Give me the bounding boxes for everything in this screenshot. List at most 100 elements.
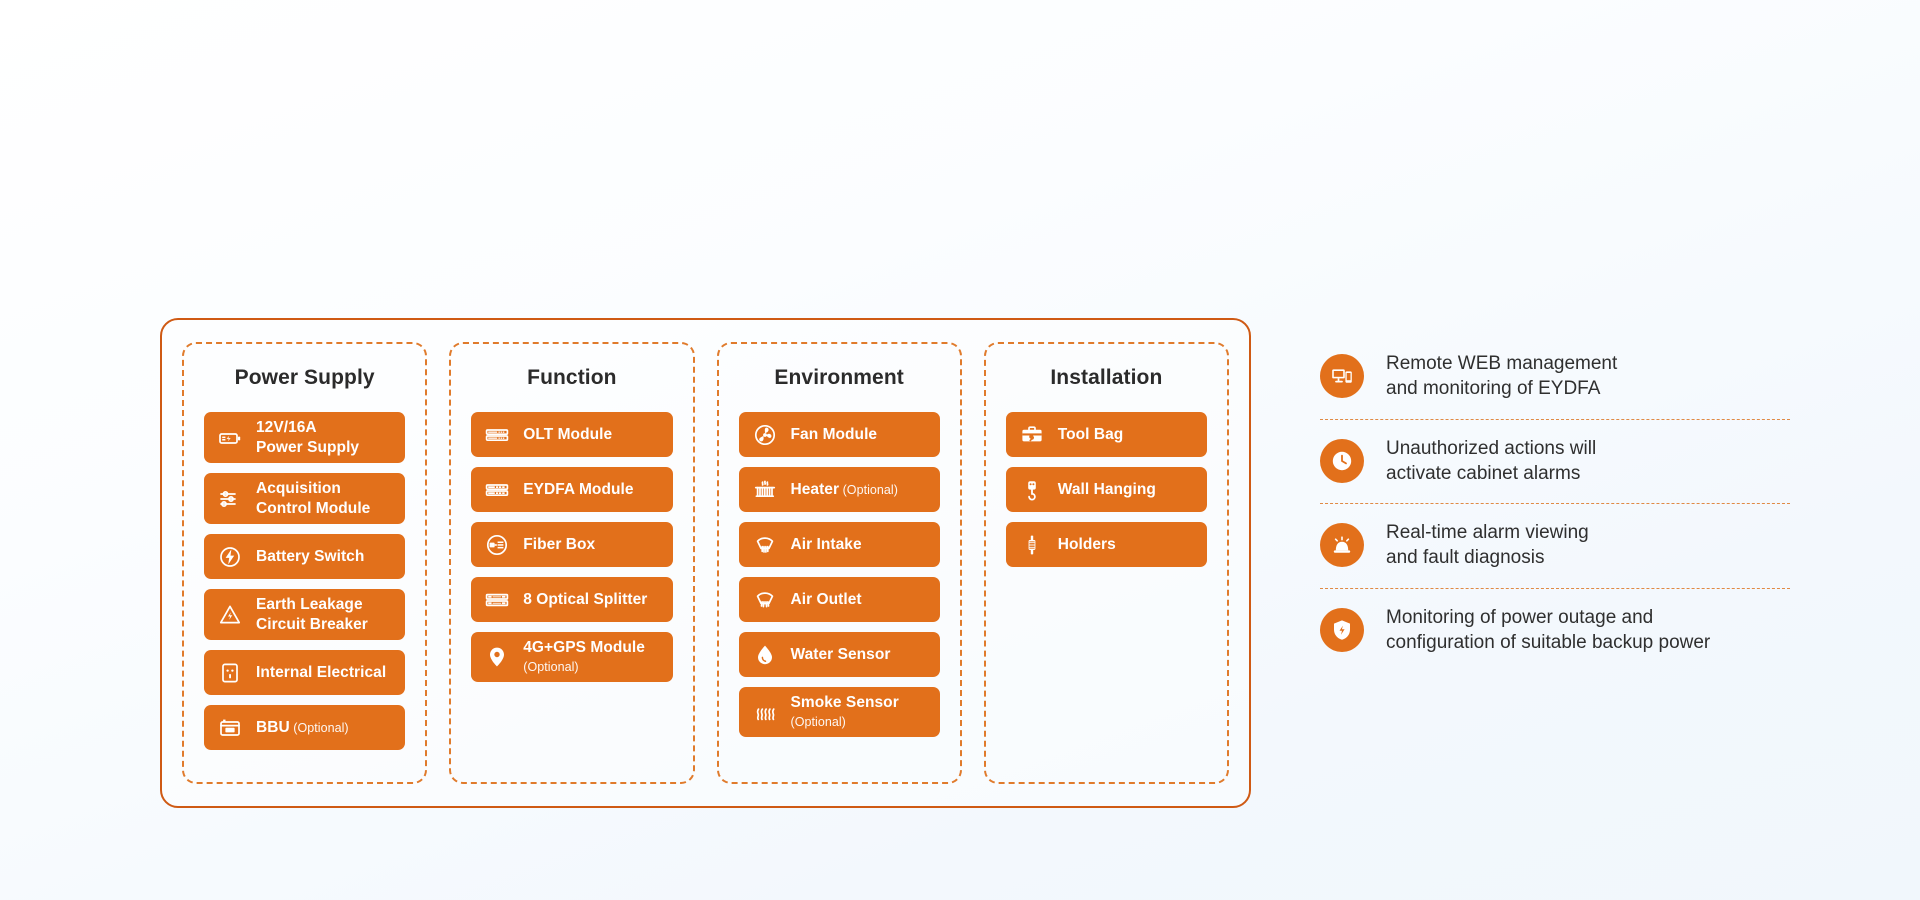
component-label-line1: Acquisition [256, 480, 341, 498]
component-label-line1: Holders [1057, 535, 1116, 553]
component-chip[interactable]: Battery Switch [204, 534, 406, 579]
component-label-line1: 4G+GPS Module [523, 639, 645, 656]
alarm-bell-icon [1320, 523, 1364, 568]
component-chip[interactable]: Heater (Optional) [738, 467, 940, 512]
feature-text-line2: and fault diagnosis [1386, 547, 1545, 569]
component-chip[interactable]: Water Sensor [738, 632, 940, 677]
spec-column-installation: Installation Tool Bag Wall Hanging Holders [983, 342, 1229, 784]
eydfa-rack-icon [484, 477, 510, 503]
optional-badge: (Optional) [839, 483, 898, 497]
component-chip[interactable]: Air Outlet [738, 577, 940, 622]
component-label: Wall Hanging [1058, 480, 1156, 499]
component-list: OLT Module EYDFA Module Fiber Box 8 Optical… [471, 412, 673, 683]
monitor-phone-icon [1320, 354, 1364, 399]
feature-item: Unauthorized actions will activate cabine… [1320, 420, 1790, 504]
component-chip[interactable]: Internal Electrical [204, 650, 406, 695]
component-label: Smoke Sensor (Optional) [791, 693, 928, 731]
optional-text: (Optional) [293, 720, 349, 735]
component-label-line2: Power Supply [256, 438, 360, 456]
battery-bolt-icon [217, 425, 243, 451]
component-chip[interactable]: OLT Module [471, 412, 673, 457]
component-label-line1: Fiber Box [523, 535, 596, 553]
feature-text-line1: Unauthorized actions will [1386, 437, 1597, 459]
feature-item: Monitoring of power outage and configurat… [1320, 589, 1790, 673]
component-label: Holders [1058, 535, 1116, 554]
component-chip[interactable]: Fan Module [738, 412, 940, 457]
component-label: Fiber Box [523, 535, 595, 554]
page-root: Power Supply 12V/16A Power Supply Acquisiti… [0, 0, 1920, 900]
component-list: Fan Module Heater (Optional) Air Intake Air… [738, 412, 940, 738]
feature-text-line1: Remote WEB management [1386, 353, 1618, 374]
optional-text: (Optional) [842, 482, 898, 497]
component-label-line1: Battery Switch [256, 547, 365, 565]
air-intake-vent-icon [752, 532, 778, 558]
wall-hook-icon [1019, 477, 1045, 503]
shield-bolt-icon [1320, 607, 1364, 652]
component-chip[interactable]: 4G+GPS Module (Optional) [471, 632, 673, 683]
component-chip[interactable]: Earth Leakage Circuit Breaker [204, 589, 406, 640]
feature-text: Unauthorized actions will activate cabine… [1386, 436, 1596, 487]
component-label-line1: Fan Module [790, 425, 878, 443]
component-list: 12V/16A Power Supply Acquisition Control Mo… [204, 412, 406, 750]
component-label: EYDFA Module [523, 480, 633, 499]
component-label: BBU (Optional) [256, 718, 349, 737]
feature-text-line1: Monitoring of power outage and [1386, 606, 1654, 628]
component-label-line1: Smoke Sensor [790, 694, 899, 711]
component-label-line1: Wall Hanging [1057, 480, 1156, 498]
component-label: OLT Module [523, 425, 612, 444]
warning-bolt-triangle-icon [217, 602, 243, 628]
fan-icon [752, 422, 778, 448]
column-title: Power Supply [234, 366, 375, 389]
component-label: Internal Electrical [256, 663, 386, 682]
component-label: Acquisition Control Module [256, 479, 370, 517]
component-label: 12V/16A Power Supply [256, 418, 359, 456]
bbu-rack-icon [217, 715, 243, 741]
holder-bracket-icon [1019, 532, 1045, 558]
component-chip[interactable]: Holders [1005, 522, 1207, 567]
optional-text: (Optional) [790, 715, 846, 730]
component-chip[interactable]: 8 Optical Splitter [471, 577, 673, 622]
component-label-line2: Control Module [256, 499, 371, 517]
battery-switch-bolt-icon [217, 544, 243, 570]
component-chip[interactable]: Smoke Sensor (Optional) [738, 687, 940, 738]
component-label: Air Outlet [791, 590, 862, 609]
component-chip[interactable]: 12V/16A Power Supply [204, 412, 406, 463]
olt-rack-icon [484, 422, 510, 448]
component-chip[interactable]: Tool Bag [1005, 412, 1207, 457]
optional-badge: (Optional) [791, 715, 846, 729]
feature-text: Monitoring of power outage and configurat… [1386, 605, 1710, 656]
component-chip[interactable]: Fiber Box [471, 522, 673, 567]
component-chip[interactable]: BBU (Optional) [204, 705, 406, 750]
smoke-waves-icon [752, 699, 778, 725]
column-title: Installation [1050, 366, 1163, 389]
component-chip[interactable]: Acquisition Control Module [204, 473, 406, 524]
fiber-box-icon [484, 532, 510, 558]
cabinet-spec-panel: Power Supply 12V/16A Power Supply Acquisiti… [160, 318, 1251, 808]
optional-text: (Optional) [523, 660, 579, 675]
column-title: Function [527, 366, 617, 389]
component-label-line1: Heater [790, 480, 840, 498]
component-label: Tool Bag [1058, 425, 1124, 444]
component-label-line1: Internal Electrical [256, 663, 387, 681]
water-droplet-icon [752, 642, 778, 668]
feature-text-line2: and monitoring of EYDFA [1386, 378, 1601, 400]
feature-item: Real-time alarm viewing and fault diagnos… [1320, 504, 1790, 588]
component-chip[interactable]: Wall Hanging [1005, 467, 1207, 512]
component-label: Air Intake [791, 535, 862, 554]
power-socket-icon [217, 660, 243, 686]
component-label: Battery Switch [256, 547, 364, 566]
toolbox-icon [1019, 422, 1045, 448]
feature-text: Real-time alarm viewing and fault diagnos… [1386, 520, 1589, 571]
feature-text-line1: Real-time alarm viewing [1386, 522, 1589, 544]
component-chip[interactable]: EYDFA Module [471, 467, 673, 512]
spec-column-function: Function OLT Module EYDFA Module Fiber Box 8… [449, 342, 695, 784]
feature-text: Remote WEB management and monitoring of E… [1386, 351, 1617, 402]
component-label-line1: OLT Module [523, 425, 613, 443]
component-label-line2: Circuit Breaker [256, 615, 368, 633]
feature-item: Remote WEB management and monitoring of E… [1320, 335, 1790, 419]
component-label: Water Sensor [791, 645, 891, 664]
optical-splitter-icon [484, 587, 510, 613]
sliders-icon [217, 486, 243, 512]
component-label: 8 Optical Splitter [523, 590, 647, 609]
component-chip[interactable]: Air Intake [738, 522, 940, 567]
